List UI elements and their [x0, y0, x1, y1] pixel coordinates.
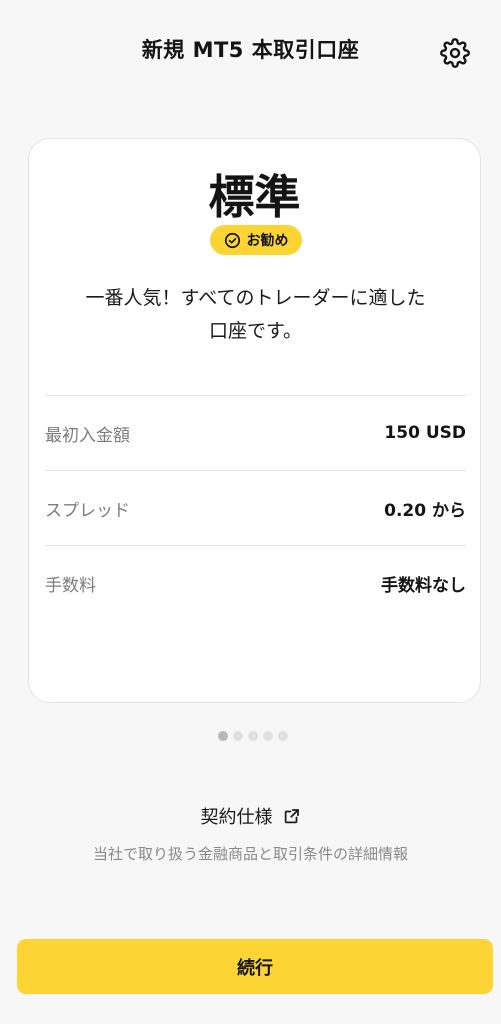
contract-spec-label: 契約仕様 [200, 807, 273, 828]
external-link-icon [284, 809, 299, 824]
header: 新規 MT5 本取引口座 [0, 0, 501, 104]
carousel-pagination [218, 731, 288, 741]
row-label: 最初入金額 [45, 425, 130, 446]
account-type-title: 標準 [208, 170, 301, 224]
continue-label: 続行 [237, 957, 273, 979]
settings-button[interactable] [440, 38, 470, 68]
page-title: 新規 MT5 本取引口座 [141, 38, 360, 62]
row-spread: スプレッド 0.20 から [45, 470, 466, 545]
row-value: 0.20 から [384, 500, 466, 521]
pagination-dot-active[interactable] [218, 731, 228, 741]
contract-spec-link[interactable]: 契約仕様 [0, 803, 501, 829]
account-description: 一番人気！すべてのトレーダーに適した 口座です。 [49, 282, 462, 348]
row-initial-deposit: 最初入金額 150 USD [45, 395, 466, 470]
description-line-2: 口座です。 [208, 320, 303, 342]
description-line-1: 一番人気！すべてのトレーダーに適した [85, 287, 426, 309]
account-type-card[interactable]: 標準 お勧め 一番人気！すべてのトレーダーに適した 口座です。 最初入金額 15… [28, 138, 481, 703]
badge-label: お勧め [246, 233, 289, 249]
recommended-badge: お勧め [210, 225, 302, 255]
row-commission: 手数料 手数料なし [45, 545, 466, 620]
row-value: 手数料なし [381, 575, 466, 596]
check-circle-icon [224, 232, 240, 248]
row-value: 150 USD [384, 423, 466, 443]
row-label: 手数料 [45, 575, 96, 596]
row-label: スプレッド [45, 500, 130, 521]
continue-button[interactable]: 続行 [17, 939, 493, 994]
gear-icon [440, 38, 470, 68]
contract-spec-description: 当社で取り扱う金融商品と取引条件の詳細情報 [92, 845, 408, 863]
pagination-dot[interactable] [233, 731, 243, 741]
pagination-dot[interactable] [248, 731, 258, 741]
pagination-dot[interactable] [278, 731, 288, 741]
pagination-dot[interactable] [263, 731, 273, 741]
